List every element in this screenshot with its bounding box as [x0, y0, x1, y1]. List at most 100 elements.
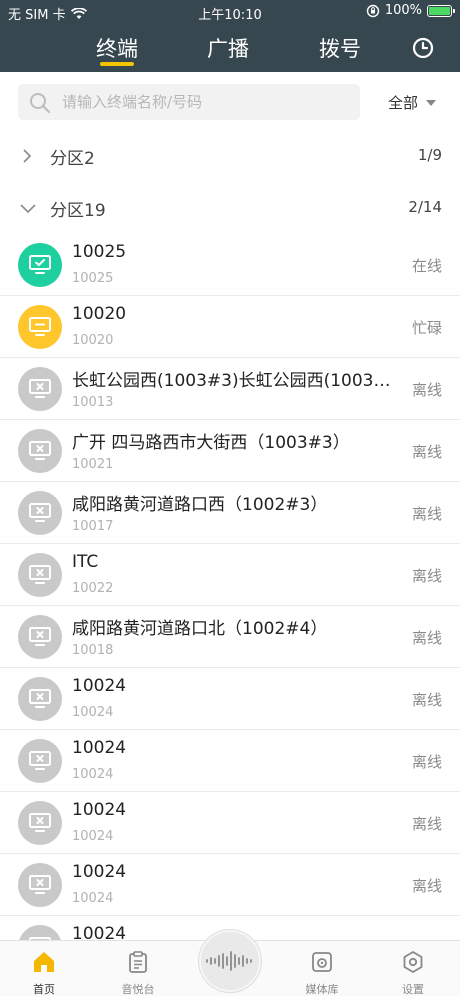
monitor-icon	[29, 317, 51, 336]
tab-terminal[interactable]: 终端	[96, 33, 138, 63]
monitor-icon	[29, 689, 51, 708]
terminal-avatar	[18, 863, 62, 907]
terminal-status: 在线	[411, 257, 442, 275]
terminal-name: 10024	[72, 862, 127, 882]
terminal-number: 10024	[72, 891, 114, 906]
nav-media-library-label: 媒体库	[305, 983, 339, 996]
battery-percent: 100%	[384, 3, 422, 18]
status-right: 100%	[366, 3, 455, 18]
terminal-list-item[interactable]: 广开 四马路西市大街西（1003#3） 10021 离线	[0, 420, 460, 482]
voice-wave-icon	[206, 951, 252, 971]
terminal-status: 离线	[411, 877, 442, 895]
monitor-icon	[29, 565, 51, 584]
monitor-icon	[29, 813, 51, 832]
terminal-avatar	[18, 305, 62, 349]
monitor-icon	[29, 503, 51, 522]
group-header-expanded[interactable]: 分区19 2/14	[0, 186, 460, 230]
terminal-status: 离线	[411, 629, 442, 647]
nav-music-label: 音悦台	[121, 983, 155, 996]
home-icon	[34, 952, 54, 972]
terminal-number: 10025	[72, 271, 114, 286]
tab-dial[interactable]: 拨号	[319, 33, 361, 63]
nav-settings-label: 设置	[402, 983, 424, 996]
filter-dropdown[interactable]: 全部	[388, 92, 437, 113]
terminal-number: 10020	[72, 333, 114, 348]
nav-music[interactable]: 音悦台	[98, 941, 178, 996]
terminal-list: 10025 10025 在线 10020 10020 忙碌 长虹公园西(1003…	[0, 234, 460, 978]
caret-down-icon	[426, 99, 437, 106]
clock-icon[interactable]	[412, 37, 434, 59]
terminal-list-item[interactable]: 10025 10025 在线	[0, 234, 460, 296]
filter-label: 全部	[388, 94, 419, 112]
app-header: 无 SIM 卡 上午10:10 100% 终端 广播 拨号	[0, 0, 460, 72]
terminal-list-item[interactable]: 10024 10024 离线	[0, 730, 460, 792]
terminal-avatar	[18, 429, 62, 473]
terminal-number: 10018	[72, 643, 114, 658]
terminal-list-item[interactable]: 10024 10024 离线	[0, 792, 460, 854]
terminal-status: 离线	[411, 381, 442, 399]
nav-home-label: 首页	[33, 983, 55, 996]
search-box[interactable]	[18, 84, 360, 120]
terminal-name: 10024	[72, 800, 127, 820]
search-row: 全部	[0, 72, 460, 134]
monitor-icon	[29, 751, 51, 770]
group-count: 1/9	[417, 146, 442, 164]
orientation-lock-icon	[366, 4, 380, 17]
battery-icon	[427, 4, 455, 17]
terminal-status: 离线	[411, 753, 442, 771]
terminal-name: 10020	[72, 304, 127, 324]
monitor-icon	[29, 255, 51, 274]
terminal-status: 离线	[411, 567, 442, 585]
group-header-collapsed[interactable]: 分区2 1/9	[0, 134, 460, 178]
top-tabs: 终端 广播 拨号	[0, 26, 460, 70]
terminal-list-item[interactable]: 咸阳路黄河道路口北（1002#4） 10018 离线	[0, 606, 460, 668]
terminal-list-item[interactable]: ITC 10022 离线	[0, 544, 460, 606]
media-library-icon	[312, 952, 332, 972]
terminal-name: 广开 四马路西市大街西（1003#3）	[72, 433, 350, 453]
terminal-number: 10021	[72, 457, 114, 472]
terminal-number: 10013	[72, 395, 114, 410]
group-name: 分区19	[50, 201, 106, 221]
terminal-status: 离线	[411, 691, 442, 709]
terminal-avatar	[18, 367, 62, 411]
group-name: 分区2	[50, 149, 95, 169]
active-tab-indicator	[100, 62, 134, 66]
settings-icon	[403, 951, 423, 973]
terminal-name: 10024	[72, 676, 127, 696]
terminal-status: 离线	[411, 815, 442, 833]
search-input[interactable]	[62, 90, 352, 114]
terminal-name: 咸阳路黄河道路口西（1002#3）	[72, 495, 328, 515]
nav-settings[interactable]: 设置	[373, 941, 453, 996]
terminal-list-item[interactable]: 长虹公园西(1003#3)长虹公园西(1003#3) 10013 离线	[0, 358, 460, 420]
monitor-icon	[29, 627, 51, 646]
terminal-status: 离线	[411, 443, 442, 461]
search-icon	[30, 93, 51, 114]
clipboard-icon	[129, 951, 147, 973]
monitor-icon	[29, 379, 51, 398]
terminal-number: 10024	[72, 767, 114, 782]
terminal-avatar	[18, 243, 62, 287]
terminal-name: 咸阳路黄河道路口北（1002#4）	[72, 619, 328, 639]
voice-talk-button[interactable]	[199, 930, 261, 992]
terminal-avatar	[18, 491, 62, 535]
terminal-avatar	[18, 739, 62, 783]
terminal-list-item[interactable]: 10020 10020 忙碌	[0, 296, 460, 358]
chevron-right-icon	[23, 149, 32, 163]
terminal-avatar	[18, 615, 62, 659]
terminal-number: 10017	[72, 519, 114, 534]
nav-media-library[interactable]: 媒体库	[282, 941, 362, 996]
terminal-name: 10025	[72, 242, 127, 262]
terminal-list-item[interactable]: 咸阳路黄河道路口西（1002#3） 10017 离线	[0, 482, 460, 544]
nav-home[interactable]: 首页	[4, 941, 84, 996]
tab-broadcast[interactable]: 广播	[207, 33, 249, 63]
terminal-list-item[interactable]: 10024 10024 离线	[0, 854, 460, 916]
terminal-number: 10022	[72, 581, 114, 596]
terminal-name: 长虹公园西(1003#3)长虹公园西(1003#3)	[72, 371, 402, 391]
chevron-down-icon	[20, 204, 36, 214]
terminal-avatar	[18, 553, 62, 597]
terminal-list-item[interactable]: 10024 10024 离线	[0, 668, 460, 730]
terminal-status: 忙碌	[411, 319, 442, 337]
group-count: 2/14	[408, 198, 442, 216]
monitor-icon	[29, 875, 51, 894]
monitor-icon	[29, 441, 51, 460]
